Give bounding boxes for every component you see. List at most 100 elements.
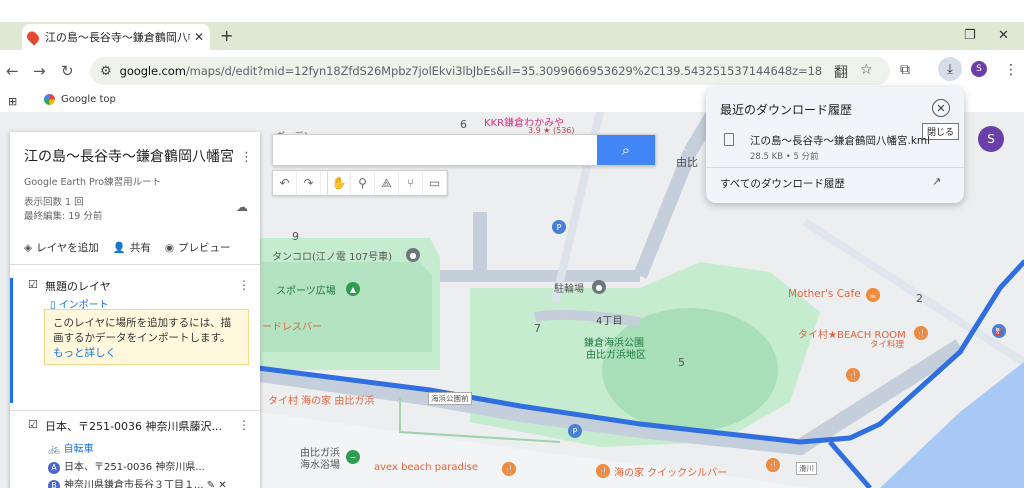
share-button[interactable]: 👤 共有 — [113, 240, 151, 255]
browser-tab[interactable]: 江の島〜長谷寺〜鎌倉鶴岡八幡 ✕ — [22, 24, 210, 50]
map-label-bicycle-parking[interactable]: 駐輪場 — [554, 280, 584, 295]
back-icon[interactable]: ← — [6, 62, 19, 80]
fuel-poi-icon[interactable]: ⛽ — [992, 324, 1006, 338]
park-lawn — [602, 308, 778, 432]
sports-field — [262, 262, 432, 352]
parking-poi-icon[interactable]: P — [568, 424, 582, 438]
restaurant-poi-icon[interactable]: 🍴 — [914, 326, 928, 340]
restaurant-poi-icon[interactable]: 🍴 — [596, 464, 610, 478]
forward-icon[interactable]: → — [33, 62, 46, 80]
all-downloads-link[interactable]: すべてのダウンロード履歴 — [720, 176, 845, 191]
close-window-icon[interactable]: ✕ — [998, 28, 1009, 43]
preview-label: プレビュー — [178, 242, 231, 254]
tab-close-icon[interactable]: ✕ — [194, 30, 204, 44]
download-icon[interactable]: ⤓ — [938, 57, 962, 81]
omnibox[interactable]: ⚙ google.com/maps/d/edit?mid=12fyn18ZfdS… — [90, 57, 890, 85]
travel-mode[interactable]: 🚲 自転車 — [48, 440, 94, 455]
reload-icon[interactable]: ↻ — [61, 62, 74, 80]
map-account-avatar[interactable]: S — [978, 126, 1004, 152]
url-text: google.com/maps/d/edit?mid=12fyn18ZfdS26… — [119, 64, 822, 78]
layer-visibility-checkbox[interactable]: ☑ — [28, 418, 38, 431]
empty-layer-note: このレイヤに場所を追加するには、描画するかデータをインポートします。もっと詳しく — [44, 309, 249, 365]
layer-options-kebab-icon[interactable]: ⋮ — [238, 418, 250, 432]
panel-divider — [10, 410, 260, 411]
new-tab-button[interactable]: + — [220, 26, 233, 45]
map-label-avex[interactable]: avex beach paradise — [374, 462, 478, 473]
route-point-a[interactable]: A 日本、〒251-0036 神奈川県... — [48, 458, 205, 474]
undo-icon[interactable]: ↶ — [273, 171, 297, 195]
close-popup-icon[interactable]: ✕ — [932, 99, 950, 117]
map-label-dressbar[interactable]: ードレスバー — [262, 318, 322, 333]
bus-stop-label[interactable]: 海浜公園前 — [428, 392, 472, 405]
map-label-sports[interactable]: スポーツ広場 — [276, 282, 336, 297]
map-label-tanshikoro[interactable]: タンコロ(江ノ電 107号車) — [272, 248, 392, 263]
translate-icon[interactable]: 翻 — [834, 62, 848, 82]
map-options-kebab-icon[interactable]: ⋮ — [240, 150, 253, 165]
profile-avatar[interactable]: S — [971, 61, 987, 77]
map-label-num5: 5 — [678, 356, 685, 369]
tab-bar: 江の島〜長谷寺〜鎌倉鶴岡八幡 ✕ + ❐ ✕ — [0, 22, 1024, 50]
beach-poi-icon[interactable]: ~ — [346, 450, 360, 464]
cafe-poi-icon[interactable]: ☕ — [866, 288, 880, 302]
bicycle-icon: 🚲 — [48, 444, 64, 455]
delete-x-icon[interactable]: ✕ — [215, 480, 226, 488]
map-label-park2: 由比ガ浜地区 — [586, 350, 646, 361]
map-title[interactable]: 江の島〜長谷寺〜鎌倉鶴岡八幡宮 — [24, 146, 234, 166]
restaurant-poi-icon[interactable]: 🍴 — [766, 458, 780, 472]
learn-more-link[interactable]: もっと詳しく — [53, 347, 116, 359]
river-label: 滑川 — [796, 462, 817, 475]
map-search-box[interactable]: ⌕ — [272, 134, 656, 166]
map-label-num6: 6 — [460, 118, 467, 131]
preview-button[interactable]: ◉ プレビュー — [165, 240, 231, 255]
point-b-marker-icon: B — [48, 480, 60, 488]
restore-window-icon[interactable]: ❐ — [964, 28, 976, 43]
menu-icon[interactable]: ⋮ — [1004, 62, 1018, 78]
bicycle-route-line[interactable] — [828, 440, 872, 488]
map-label-umi-no-ie[interactable]: タイ村 海の家 由比ガ浜 — [268, 392, 374, 407]
layer-options-kebab-icon[interactable]: ⋮ — [238, 278, 250, 292]
redo-icon[interactable]: ↷ — [297, 171, 321, 195]
park-poi-icon[interactable]: ▲ — [346, 282, 360, 296]
open-external-icon[interactable]: ↗ — [932, 175, 941, 188]
add-layer-button[interactable]: ◈ レイヤを追加 — [24, 240, 99, 255]
map-label-mothers[interactable]: Mother's Cafe — [788, 288, 861, 300]
file-icon — [724, 133, 734, 146]
download-file-name[interactable]: 江の島〜長谷寺〜鎌倉鶴岡八幡宮.kml — [750, 133, 930, 148]
measure-ruler-icon[interactable]: ▭ — [423, 171, 447, 195]
road — [633, 149, 697, 279]
apps-grid-icon[interactable]: ⊞ — [8, 95, 17, 108]
parking-poi-icon[interactable]: P — [552, 220, 566, 234]
parking-bike-poi-icon[interactable]: ● — [592, 280, 606, 294]
travel-mode-label: 自転車 — [63, 444, 94, 455]
star-icon[interactable]: ☆ — [860, 62, 873, 78]
map-label-quicksilver[interactable]: 海の家 クイックシルバー — [614, 464, 727, 479]
restaurant-poi-icon[interactable]: 🍴 — [846, 368, 860, 382]
map-label-num7: 7 — [534, 322, 541, 335]
layer-visibility-checkbox[interactable]: ☑ — [28, 278, 38, 291]
popup-divider — [706, 167, 964, 168]
share-label: 共有 — [129, 242, 151, 254]
last-edited: 最終編集: 19 分前 — [24, 211, 103, 222]
add-layer-label: レイヤを追加 — [36, 242, 99, 254]
downloads-title: 最近のダウンロード履歴 — [720, 103, 853, 117]
layer-name[interactable]: 日本、〒251-0036 神奈川県藤沢... — [45, 418, 222, 434]
view-count: 表示回数 1 回 — [24, 197, 84, 208]
bookmark-google-top[interactable]: Google top — [44, 94, 116, 105]
draw-line-icon[interactable]: ⟁ — [375, 171, 399, 195]
add-directions-icon[interactable]: ⑂ — [399, 171, 423, 195]
map-description[interactable]: Google Earth Pro練習用ルート — [24, 174, 161, 188]
point-a-marker-icon: A — [48, 462, 60, 474]
selected-layer-indicator — [10, 278, 13, 403]
restaurant-poi-icon[interactable]: 🍴 — [502, 462, 516, 476]
google-logo-icon — [44, 94, 55, 105]
hand-pan-icon[interactable]: ✋ — [327, 171, 351, 195]
edit-pencil-icon[interactable]: ✎ — [204, 480, 215, 488]
search-button[interactable]: ⌕ — [597, 135, 655, 165]
add-marker-icon[interactable]: ⚲ — [351, 171, 375, 195]
layer-name[interactable]: 無題のレイヤ — [45, 278, 111, 294]
extensions-icon[interactable]: ⧉ — [900, 62, 910, 78]
train-poi-icon[interactable]: ● — [406, 248, 420, 262]
site-info-icon[interactable]: ⚙ — [100, 64, 112, 79]
bookmark-label: Google top — [61, 94, 116, 105]
route-point-b[interactable]: B 神奈川県鎌倉市長谷３丁目１... ✎ ✕ — [48, 476, 227, 488]
